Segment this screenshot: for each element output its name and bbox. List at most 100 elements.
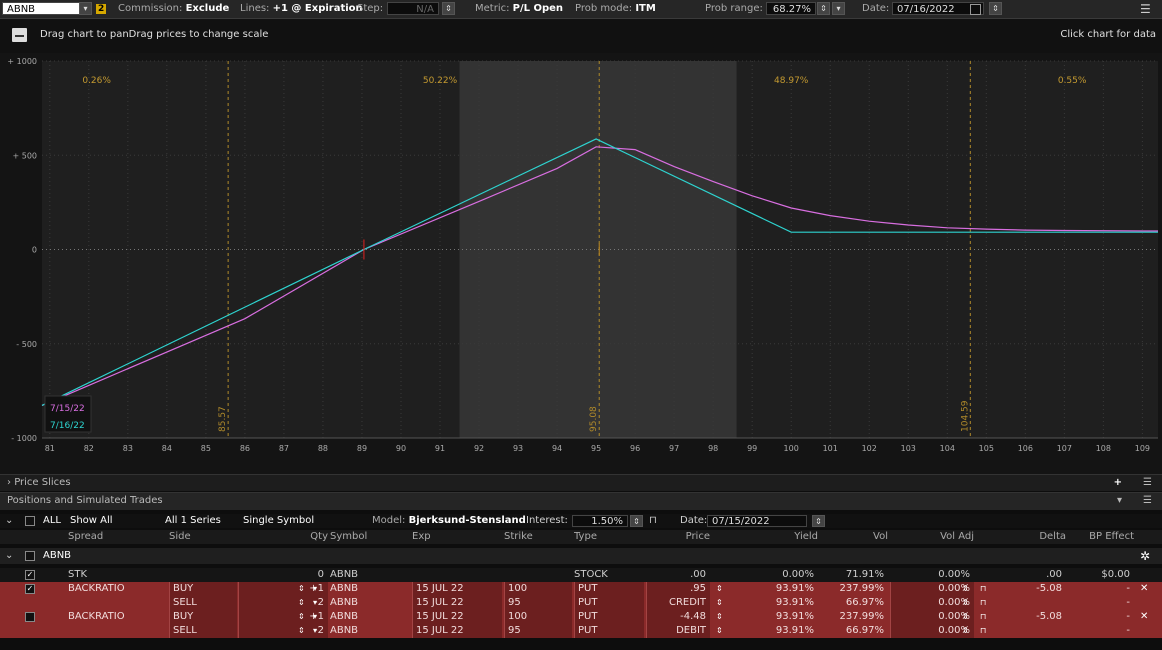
qty-dropdown-icon[interactable]: ▾: [313, 624, 317, 638]
price-spinner-icon[interactable]: ⇕: [716, 596, 723, 610]
row-checkbox[interactable]: ✓: [25, 570, 35, 580]
voladj-spinner-icon[interactable]: ⇕: [962, 610, 969, 624]
positions-date-spinner-icon[interactable]: ⇕: [812, 515, 825, 527]
price-spinner-icon[interactable]: ⇕: [716, 582, 723, 596]
cell-type[interactable]: PUT: [574, 624, 644, 638]
column-header-strike[interactable]: Strike: [504, 530, 572, 544]
qty-spinner-icon[interactable]: ⇕: [298, 582, 305, 596]
cell-type[interactable]: PUT: [574, 610, 644, 624]
interest-spinner-icon[interactable]: ⇕: [630, 515, 643, 527]
qty-spinner-icon[interactable]: ⇕: [298, 624, 305, 638]
voladj-spinner-icon[interactable]: ⇕: [962, 596, 969, 610]
qty-spinner-icon[interactable]: ⇕: [298, 596, 305, 610]
filter-collapse-icon[interactable]: ⌄: [5, 514, 13, 528]
cell-strike[interactable]: 100: [504, 610, 572, 624]
positions-date-input[interactable]: 07/15/2022: [707, 515, 807, 527]
voladj-lock-icon[interactable]: ⊓: [980, 582, 986, 596]
table-row[interactable]: SELL -2 ABNB 15 JUL 22 95 PUT CREDIT 93.91% 66.9…: [0, 596, 1162, 610]
group-checkbox[interactable]: [25, 551, 35, 561]
column-header-symbol[interactable]: Symbol: [330, 530, 410, 544]
menu-icon[interactable]: ☰: [1140, 0, 1151, 18]
table-row[interactable]: BACKRATIO BUY +1 ABNB 15 JUL 22 100 PUT -4.48 93…: [0, 610, 1162, 624]
cell-exp[interactable]: 15 JUL 22: [412, 582, 502, 596]
chart-data-hint[interactable]: Click chart for data: [1060, 29, 1156, 40]
risk-profile-chart[interactable]: 85.57 95.08 104.59 0.26% 50.22% 48.97% 0.55% …: [0, 53, 1162, 476]
step-input[interactable]: N/A: [387, 2, 439, 15]
cell-strike[interactable]: 95: [504, 596, 572, 610]
column-header-yield[interactable]: Yield: [750, 530, 818, 544]
lines-setting[interactable]: Lines: +1 @ Expiration: [240, 0, 363, 18]
column-header-side[interactable]: Side: [169, 530, 237, 544]
voladj-spinner-icon[interactable]: ⇕: [962, 624, 969, 638]
cell-side[interactable]: BUY: [169, 582, 237, 596]
cell-type[interactable]: PUT: [574, 582, 644, 596]
row-checkbox[interactable]: ✓: [25, 584, 35, 594]
interest-input[interactable]: 1.50%: [572, 515, 628, 527]
cell-side[interactable]: SELL: [169, 596, 237, 610]
cell-price[interactable]: .95: [646, 582, 710, 596]
column-header-delta[interactable]: Delta: [1000, 530, 1066, 544]
cell-strike[interactable]: 100: [504, 582, 572, 596]
column-header-vol-adj[interactable]: Vol Adj: [890, 530, 974, 544]
row-checkbox[interactable]: [25, 612, 35, 622]
cell-side[interactable]: BUY: [169, 610, 237, 624]
lock-icon[interactable]: ⊓: [649, 514, 657, 528]
cell-price[interactable]: CREDIT: [646, 596, 710, 610]
qty-dropdown-icon[interactable]: ▾: [313, 596, 317, 610]
add-icon[interactable]: +: [1114, 475, 1122, 491]
column-header-price[interactable]: Price: [646, 530, 710, 544]
qty-dropdown-icon[interactable]: ▾: [313, 582, 317, 596]
commission-setting[interactable]: Commission: Exclude: [118, 0, 229, 18]
prob-range-spinner-icon[interactable]: ⇕: [817, 2, 830, 15]
price-spinner-icon[interactable]: ⇕: [716, 610, 723, 624]
remove-row-icon[interactable]: ✕: [1140, 582, 1148, 596]
expand-icon[interactable]: ›: [7, 477, 11, 488]
gear-icon[interactable]: ✲: [1140, 548, 1150, 564]
price-spinner-icon[interactable]: ⇕: [716, 624, 723, 638]
table-row[interactable]: SELL -2 ABNB 15 JUL 22 95 PUT DEBIT 93.91% 66.97…: [0, 624, 1162, 638]
chart-settings-icon[interactable]: [12, 28, 27, 42]
cell-strike[interactable]: 95: [504, 624, 572, 638]
step-spinner-icon[interactable]: ⇕: [442, 2, 455, 15]
column-header-type[interactable]: Type: [574, 530, 644, 544]
column-header-vol[interactable]: Vol: [820, 530, 888, 544]
prob-range-dropdown-icon[interactable]: ▾: [832, 2, 845, 15]
model-setting[interactable]: Model: Bjerksund-Stensland: [372, 514, 526, 528]
column-header-qty[interactable]: Qty: [238, 530, 328, 544]
symbol-mode-dropdown[interactable]: Single Symbol: [243, 514, 314, 528]
column-header-exp[interactable]: Exp: [412, 530, 502, 544]
prob-range-input[interactable]: 68.27%: [766, 2, 816, 15]
voladj-spinner-icon[interactable]: ⇕: [962, 582, 969, 596]
prob-mode-setting[interactable]: Prob mode: ITM: [575, 0, 656, 18]
table-row[interactable]: ✓ BACKRATIO BUY +1 ABNB 15 JUL 22 100 PUT .95 93.…: [0, 582, 1162, 596]
metric-setting[interactable]: Metric: P/L Open: [475, 0, 563, 18]
cell-type[interactable]: PUT: [574, 596, 644, 610]
voladj-lock-icon[interactable]: ⊓: [980, 624, 986, 638]
cell-side[interactable]: SELL: [169, 624, 237, 638]
voladj-lock-icon[interactable]: ⊓: [980, 596, 986, 610]
cell-price[interactable]: DEBIT: [646, 624, 710, 638]
column-header-bp-effect[interactable]: BP Effect: [1068, 530, 1134, 544]
series-dropdown[interactable]: All 1 Series: [165, 514, 221, 528]
column-header-spread[interactable]: Spread: [68, 530, 168, 544]
collapse-icon[interactable]: ▾: [1117, 493, 1122, 509]
qty-dropdown-icon[interactable]: ▾: [313, 610, 317, 624]
table-row[interactable]: ✓ STK 0 ABNB STOCK .00 0.00% 71.91% 0.00% .00 $0.0…: [0, 568, 1162, 582]
cell-price[interactable]: -4.48: [646, 610, 710, 624]
qty-spinner-icon[interactable]: ⇕: [298, 610, 305, 624]
symbol-dropdown-icon[interactable]: ▾: [79, 2, 92, 15]
cell-exp[interactable]: 15 JUL 22: [412, 610, 502, 624]
cell-exp[interactable]: 15 JUL 22: [412, 624, 502, 638]
remove-row-icon[interactable]: ✕: [1140, 610, 1148, 624]
select-all-checkbox[interactable]: [25, 516, 35, 526]
group-row[interactable]: ⌄ ABNB ✲: [0, 548, 1162, 564]
calendar-icon[interactable]: [970, 4, 981, 15]
group-collapse-icon[interactable]: ⌄: [5, 548, 13, 564]
positions-menu-icon[interactable]: ☰: [1143, 493, 1152, 509]
positions-bar[interactable]: Positions and Simulated Trades ▾ ☰: [0, 492, 1162, 510]
cell-exp[interactable]: 15 JUL 22: [412, 596, 502, 610]
price-slices-bar[interactable]: › Price Slices + ☰: [0, 474, 1162, 491]
date-spinner-icon[interactable]: ⇕: [989, 2, 1002, 15]
show-all-dropdown[interactable]: Show All: [70, 514, 113, 528]
price-slices-menu-icon[interactable]: ☰: [1143, 475, 1152, 491]
